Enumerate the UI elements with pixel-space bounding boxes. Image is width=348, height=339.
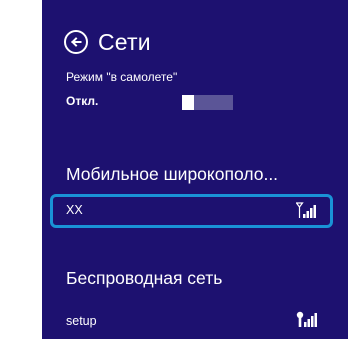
page-title: Сети: [98, 28, 151, 55]
toggle-thumb[interactable]: [182, 95, 194, 110]
wifi-heading: Беспроводная сеть: [66, 268, 223, 288]
mobile-broadband-heading: Мобильное широкополо...: [66, 164, 279, 184]
network-name: XX: [66, 203, 83, 217]
networks-panel: Сети Режим "в самолете" Откл. Мобильное …: [42, 0, 348, 339]
header: Сети: [64, 26, 151, 58]
mobile-signal-icon: [296, 202, 316, 218]
mobile-network-item[interactable]: XX: [50, 194, 333, 228]
airplane-mode-label: Режим "в самолете": [66, 70, 178, 84]
wifi-network-item[interactable]: setup: [50, 305, 333, 339]
network-name: setup: [66, 314, 97, 328]
back-button[interactable]: [64, 30, 88, 54]
wifi-signal-icon: [296, 311, 317, 327]
airplane-mode-toggle[interactable]: [182, 95, 233, 110]
back-arrow-icon: [71, 37, 82, 47]
airplane-mode-state: Откл.: [66, 94, 99, 108]
